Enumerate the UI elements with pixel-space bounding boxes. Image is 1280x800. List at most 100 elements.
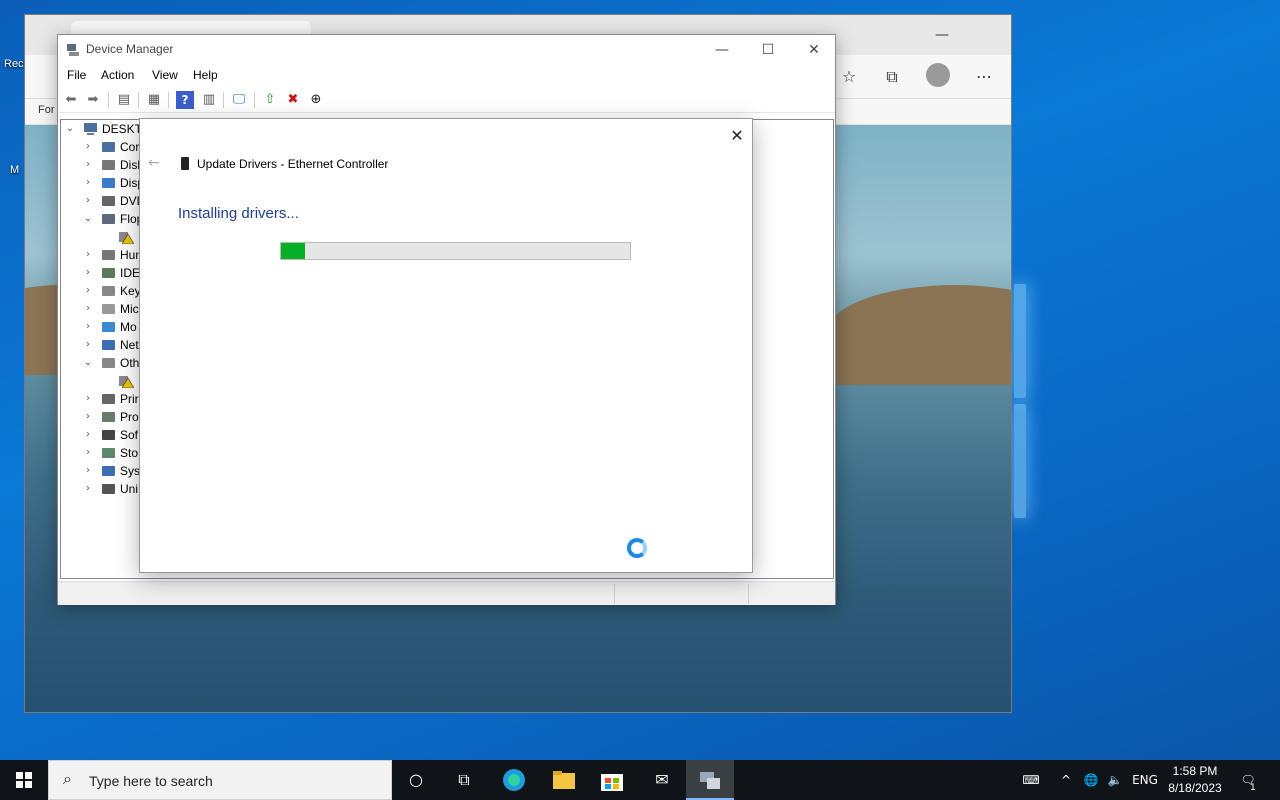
taskbar: ⌕ Type here to search ○ ⧉ ✉ ⌨ ^ 🌐 🔈 ENG … [0, 760, 1280, 800]
file-explorer-icon[interactable] [540, 760, 588, 800]
cortana-icon[interactable]: ○ [392, 760, 440, 800]
maximize-button[interactable]: ☐ [745, 35, 791, 65]
chevron-right-icon[interactable]: › [83, 300, 93, 318]
profile-avatar[interactable] [926, 63, 950, 87]
device-manager-app-icon [67, 44, 79, 56]
device-manager-taskbar-icon[interactable] [686, 760, 734, 800]
status-bar [58, 581, 835, 605]
disk-drive-icon [102, 160, 115, 170]
tree-item-label: Prir [120, 392, 139, 406]
search-placeholder: Type here to search [89, 773, 213, 789]
touch-keyboard-icon[interactable]: ⌨ [1016, 760, 1046, 800]
disable-device-icon[interactable]: ⊕ [307, 91, 325, 109]
system-clock[interactable]: 1:58 PM 8/18/2023 [1160, 763, 1230, 797]
store-icon[interactable] [588, 760, 636, 800]
menu-help[interactable]: Help [193, 68, 218, 82]
wallpaper-light-beam [1014, 404, 1026, 518]
view-icon[interactable]: ▥ [200, 91, 218, 109]
network-adapter-icon [102, 340, 115, 350]
chevron-down-icon[interactable]: ⌄ [65, 120, 75, 138]
edge-icon[interactable] [490, 760, 538, 800]
task-view-icon[interactable]: ⧉ [440, 760, 488, 800]
software-device-icon [102, 430, 115, 440]
tree-item-label: IDE [120, 266, 141, 280]
show-hidden-icons-chevron-up-icon[interactable]: ^ [1056, 760, 1076, 800]
chevron-right-icon[interactable]: › [83, 462, 93, 480]
more-menu-icon[interactable]: ⋯ [970, 63, 998, 91]
chevron-right-icon[interactable]: › [83, 444, 93, 462]
warning-device-icon [119, 232, 134, 244]
chevron-right-icon[interactable]: › [83, 390, 93, 408]
keyboard-icon [102, 286, 115, 296]
tree-item-label: Oth [120, 356, 140, 370]
mail-icon[interactable]: ✉ [638, 760, 686, 800]
minimize-button[interactable]: — [699, 35, 745, 65]
warning-device-icon [119, 376, 134, 388]
computer-icon [84, 123, 97, 135]
wallpaper-light-beam [1014, 284, 1026, 398]
tree-item-label: Sto [120, 446, 139, 460]
chevron-down-icon[interactable]: ⌄ [83, 210, 93, 228]
chevron-right-icon[interactable]: › [83, 138, 93, 156]
chevron-right-icon[interactable]: › [83, 246, 93, 264]
menu-view[interactable]: View [152, 68, 178, 82]
progress-fill [281, 243, 306, 259]
install-progress-bar [280, 242, 631, 260]
dialog-close-button[interactable]: ✕ [724, 123, 750, 149]
tree-item-label: Key [120, 284, 141, 298]
windows-logo-icon [16, 772, 32, 788]
back-arrow-icon[interactable]: ⬅ [62, 91, 80, 109]
tree-item-label: Net [120, 338, 139, 352]
device-manager-titlebar[interactable]: Device Manager — ☐ ✕ [58, 35, 835, 65]
action-center-icon[interactable]: 🗨 1 [1236, 760, 1260, 800]
language-indicator[interactable]: ENG [1130, 760, 1160, 800]
chevron-right-icon[interactable]: › [83, 192, 93, 210]
other-devices-icon [102, 358, 115, 368]
chevron-right-icon[interactable]: › [83, 426, 93, 444]
properties-icon[interactable]: ▦ [145, 91, 163, 109]
close-button[interactable]: ✕ [791, 35, 837, 65]
collections-icon[interactable]: ⧉ [878, 63, 906, 91]
ide-controller-icon [102, 268, 115, 278]
update-driver-icon[interactable]: ⇧ [261, 91, 279, 109]
display-adapter-icon [102, 178, 115, 188]
desktop-icon-label-recycle-bin[interactable]: Rec [4, 58, 24, 70]
menu-file[interactable]: File [67, 68, 86, 82]
chevron-down-icon[interactable]: ⌄ [83, 354, 93, 372]
favorites-bar-text[interactable]: For [38, 104, 55, 116]
wallpaper-hill-right [825, 285, 1011, 385]
processor-icon [102, 412, 115, 422]
chevron-right-icon[interactable]: › [83, 480, 93, 498]
network-globe-icon[interactable]: 🌐 [1080, 760, 1102, 800]
forward-arrow-icon[interactable]: ➡ [84, 91, 102, 109]
help-icon[interactable]: ? [176, 91, 194, 109]
tree-item-label: Uni [120, 482, 139, 496]
favorites-star-icon[interactable]: ☆ [835, 63, 863, 91]
chevron-right-icon[interactable]: › [83, 282, 93, 300]
chevron-right-icon[interactable]: › [83, 318, 93, 336]
chevron-right-icon[interactable]: › [83, 264, 93, 282]
tree-item-label: Disl [120, 158, 140, 172]
menu-action[interactable]: Action [101, 68, 134, 82]
chevron-right-icon[interactable]: › [83, 408, 93, 426]
search-icon: ⌕ [63, 769, 72, 788]
tree-item-label: Sof [120, 428, 139, 442]
volume-muted-icon[interactable]: 🔈 [1104, 760, 1126, 800]
chevron-right-icon[interactable]: › [83, 336, 93, 354]
uninstall-device-icon[interactable]: ✖ [284, 91, 302, 109]
chevron-right-icon[interactable]: › [83, 156, 93, 174]
start-button[interactable] [0, 760, 48, 800]
dialog-back-arrow-icon[interactable]: ← [148, 155, 160, 171]
chevron-right-icon[interactable]: › [83, 174, 93, 192]
taskbar-search-box[interactable]: ⌕ Type here to search [48, 760, 392, 800]
usb-controller-icon [102, 484, 115, 494]
update-drivers-dialog: ✕ ← Update Drivers - Ethernet Controller… [139, 118, 753, 573]
tree-item-label: Cor [120, 140, 140, 154]
scan-hardware-icon[interactable]: 🖵 [230, 91, 248, 109]
ethernet-device-icon [181, 157, 189, 170]
notification-count: 1 [1250, 783, 1256, 793]
show-hide-console-tree-icon[interactable]: ▤ [115, 91, 133, 109]
desktop-icon-label[interactable]: M [10, 164, 19, 176]
tree-item-label: Mo [120, 320, 137, 334]
hid-icon [102, 250, 115, 260]
